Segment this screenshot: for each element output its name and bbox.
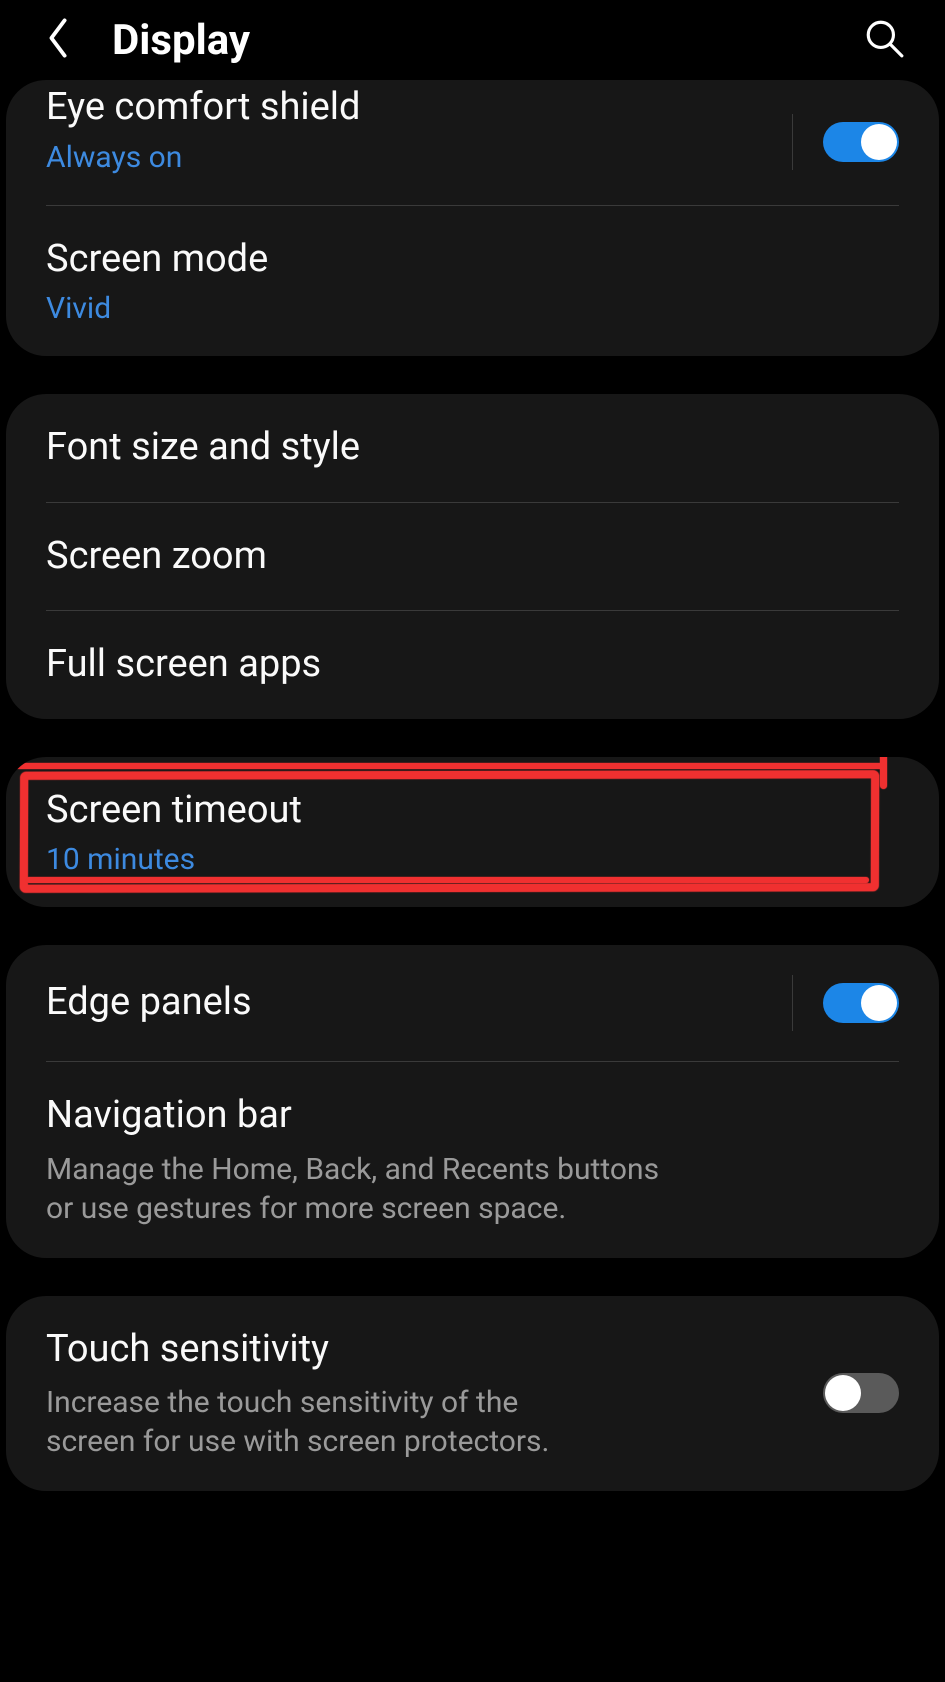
item-label: Edge panels — [46, 979, 252, 1027]
item-label: Full screen apps — [46, 641, 899, 689]
item-label: Font size and style — [46, 424, 899, 472]
item-body: Eye comfort shield Always on — [46, 110, 360, 175]
item-label: Navigation bar — [46, 1092, 899, 1140]
toggle-divider — [792, 114, 793, 170]
toggle-divider — [792, 975, 793, 1031]
item-sub: Vivid — [46, 291, 899, 326]
search-icon[interactable] — [863, 17, 905, 63]
item-screen-zoom[interactable]: Screen zoom — [6, 503, 939, 611]
back-icon[interactable] — [44, 16, 72, 64]
settings-group-3: Screen timeout 10 minutes — [6, 757, 939, 908]
item-eye-comfort-shield[interactable]: Eye comfort shield Always on — [6, 80, 939, 205]
item-label: Touch sensitivity — [46, 1326, 606, 1374]
item-sub: 10 minutes — [46, 842, 899, 877]
item-navigation-bar[interactable]: Navigation bar Manage the Home, Back, an… — [6, 1062, 939, 1258]
header: Display — [0, 0, 945, 80]
page-title: Display — [112, 16, 250, 65]
toggle-area — [792, 975, 899, 1031]
item-label: Screen mode — [46, 236, 899, 284]
settings-group-5: Touch sensitivity Increase the touch sen… — [6, 1296, 939, 1492]
item-desc: Increase the touch sensitivity of the sc… — [46, 1383, 606, 1461]
item-font-size-style[interactable]: Font size and style — [6, 394, 939, 502]
item-desc: Manage the Home, Back, and Recents butto… — [46, 1150, 686, 1228]
header-left: Display — [44, 16, 250, 65]
item-label: Screen timeout — [46, 787, 899, 835]
toggle-eye-comfort[interactable] — [823, 122, 899, 162]
settings-group-1: Eye comfort shield Always on Screen mode… — [6, 80, 939, 356]
item-touch-sensitivity[interactable]: Touch sensitivity Increase the touch sen… — [6, 1296, 939, 1492]
item-sub: Always on — [46, 140, 360, 175]
item-body: Touch sensitivity Increase the touch sen… — [46, 1326, 606, 1462]
toggle-edge-panels[interactable] — [823, 983, 899, 1023]
settings-group-2: Font size and style Screen zoom Full scr… — [6, 394, 939, 719]
item-screen-mode[interactable]: Screen mode Vivid — [6, 206, 939, 357]
item-label: Screen zoom — [46, 533, 899, 581]
item-full-screen-apps[interactable]: Full screen apps — [6, 611, 939, 719]
item-edge-panels[interactable]: Edge panels — [6, 945, 939, 1061]
item-screen-timeout[interactable]: Screen timeout 10 minutes — [6, 757, 939, 908]
settings-group-4: Edge panels Navigation bar Manage the Ho… — [6, 945, 939, 1258]
toggle-touch-sensitivity[interactable] — [823, 1373, 899, 1413]
item-label: Eye comfort shield — [46, 84, 360, 132]
toggle-area — [792, 114, 899, 170]
